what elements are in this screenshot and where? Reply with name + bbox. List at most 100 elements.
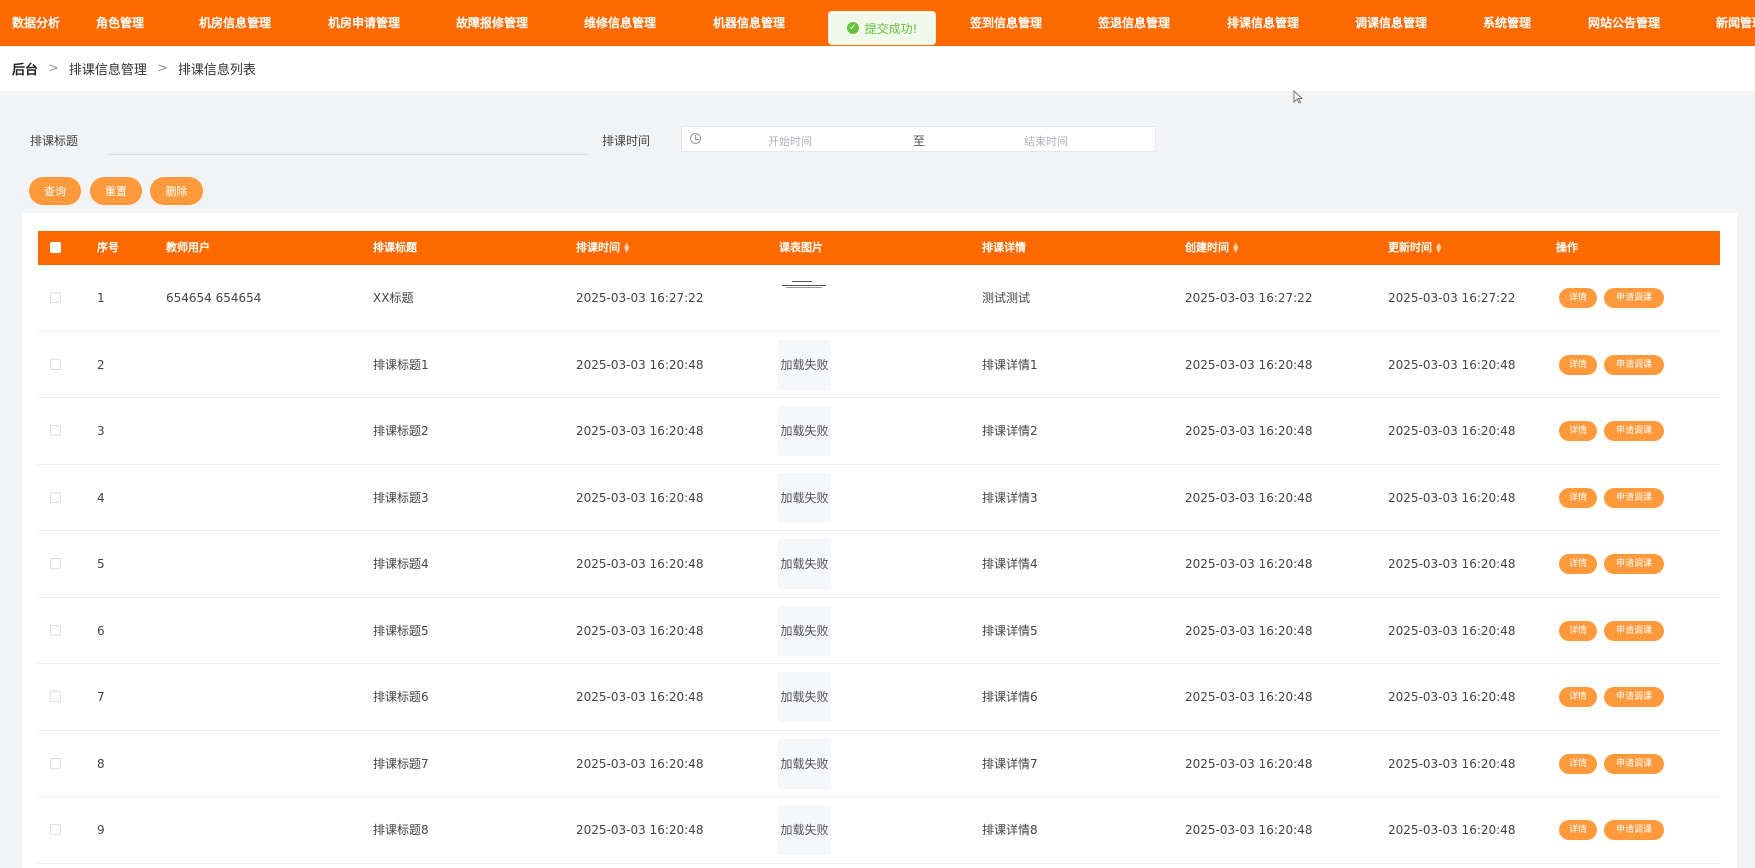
nav-item-lab-info[interactable]: 机房信息管理	[199, 0, 271, 46]
cell-updated: 2025-03-03 16:20:48	[1388, 490, 1516, 505]
image-load-failed: 加载失败	[778, 539, 831, 589]
schedule-image-thumbnail[interactable]	[778, 279, 831, 291]
image-load-failed: 加载失败	[778, 472, 831, 523]
apply-adjust-button[interactable]: 申请调课	[1604, 687, 1664, 707]
row-checkbox[interactable]	[50, 558, 61, 569]
cell-title: 排课标题3	[373, 490, 429, 505]
table-row: 3 排课标题2 2025-03-03 16:20:48 加载失败 排课详情2 2…	[38, 398, 1720, 465]
image-load-failed: 加载失败	[778, 339, 831, 390]
apply-adjust-button[interactable]: 申请调课	[1604, 620, 1664, 641]
table-row: 5 排课标题4 2025-03-03 16:20:48 加载失败 排课详情4 2…	[38, 531, 1720, 598]
nav-item-roles[interactable]: 角色管理	[96, 0, 144, 46]
range-separator: 至	[913, 134, 926, 148]
table-row: 1 654654 654654 XX标题 2025-03-03 16:27:22…	[38, 265, 1720, 332]
cell-updated: 2025-03-03 16:20:48	[1388, 823, 1516, 837]
detail-button[interactable]: 详情	[1559, 554, 1597, 574]
cell-updated: 2025-03-03 16:27:22	[1388, 291, 1516, 305]
cell-time: 2025-03-03 16:20:48	[576, 490, 704, 505]
date-range-picker[interactable]: 开始时间 至 结束时间	[681, 126, 1156, 152]
nav-item-announcements[interactable]: 网站公告管理	[1588, 0, 1660, 46]
row-checkbox[interactable]	[50, 292, 61, 303]
nav-item-fault-report[interactable]: 故障报修管理	[456, 0, 528, 46]
nav-item-sign-in[interactable]: 签到信息管理	[970, 0, 1042, 46]
cell-index: 2	[97, 357, 105, 372]
nav-item-machine-info[interactable]: 机器信息管理	[713, 0, 785, 46]
title-filter-input[interactable]	[107, 125, 589, 155]
header-time-label: 排课时间	[576, 241, 620, 254]
header-time[interactable]: 排课时间 ▲ ▼	[576, 231, 629, 265]
select-all-checkbox[interactable]	[50, 242, 61, 253]
row-checkbox[interactable]	[50, 425, 61, 436]
nav-item-course-adjust[interactable]: 调课信息管理	[1355, 0, 1427, 46]
detail-button[interactable]: 详情	[1559, 620, 1597, 641]
cell-created: 2025-03-03 16:20:48	[1185, 823, 1313, 837]
end-date-input[interactable]: 结束时间	[1024, 133, 1068, 149]
cell-title: 排课标题8	[373, 823, 429, 837]
start-date-input[interactable]: 开始时间	[768, 133, 812, 149]
sort-icon[interactable]: ▲ ▼	[624, 242, 629, 254]
cell-title: 排课标题5	[373, 623, 429, 638]
nav-item-repair-info[interactable]: 维修信息管理	[584, 0, 656, 46]
cell-index: 3	[97, 424, 105, 438]
cell-time: 2025-03-03 16:20:48	[576, 424, 704, 438]
apply-adjust-button[interactable]: 申请调课	[1604, 487, 1664, 508]
cell-updated: 2025-03-03 16:20:48	[1388, 623, 1516, 638]
detail-button[interactable]: 详情	[1559, 687, 1597, 707]
header-created[interactable]: 创建时间 ▲ ▼	[1185, 231, 1238, 265]
cell-updated: 2025-03-03 16:20:48	[1388, 690, 1516, 704]
apply-adjust-button[interactable]: 申请调课	[1604, 288, 1664, 308]
cell-time: 2025-03-03 16:20:48	[576, 623, 704, 638]
detail-button[interactable]: 详情	[1559, 288, 1597, 308]
breadcrumb-section[interactable]: 排课信息管理	[69, 59, 147, 78]
table-row: 2 排课标题1 2025-03-03 16:20:48 加载失败 排课详情1 2…	[38, 332, 1720, 398]
check-circle-icon: ✓	[846, 22, 859, 34]
nav-item-data-analysis[interactable]: 数据分析	[12, 0, 60, 46]
row-checkbox[interactable]	[50, 691, 61, 702]
nav-item-system[interactable]: 系统管理	[1483, 0, 1531, 46]
row-checkbox[interactable]	[50, 624, 61, 636]
apply-adjust-button[interactable]: 申请调课	[1604, 820, 1664, 840]
sort-icon[interactable]: ▲ ▼	[1436, 242, 1441, 254]
detail-button[interactable]: 详情	[1559, 354, 1597, 375]
apply-adjust-button[interactable]: 申请调课	[1604, 753, 1664, 774]
cell-detail: 排课详情3	[982, 490, 1038, 505]
cell-created: 2025-03-03 16:20:48	[1185, 623, 1313, 638]
cell-detail: 排课详情4	[982, 557, 1038, 571]
breadcrumb-home[interactable]: 后台	[12, 59, 38, 78]
detail-button[interactable]: 详情	[1559, 487, 1597, 508]
cell-detail: 排课详情1	[982, 357, 1038, 372]
cell-index: 5	[97, 557, 105, 571]
nav-item-news[interactable]: 新闻管理	[1716, 0, 1755, 46]
row-checkbox[interactable]	[50, 491, 61, 503]
header-updated[interactable]: 更新时间 ▲ ▼	[1388, 231, 1441, 265]
image-load-failed: 加载失败	[778, 805, 831, 855]
header-created-label: 创建时间	[1185, 241, 1229, 254]
cell-index: 4	[97, 490, 105, 505]
cell-updated: 2025-03-03 16:20:48	[1388, 756, 1516, 771]
query-button[interactable]: 查询	[29, 177, 81, 205]
detail-button[interactable]: 详情	[1559, 820, 1597, 840]
delete-button[interactable]: 删除	[150, 177, 203, 205]
header-index: 序号	[97, 241, 119, 254]
cell-created: 2025-03-03 16:20:48	[1185, 357, 1313, 372]
cell-title: 排课标题7	[373, 756, 429, 771]
nav-item-schedule[interactable]: 排课信息管理	[1227, 0, 1299, 46]
header-actions: 操作	[1556, 241, 1578, 254]
apply-adjust-button[interactable]: 申请调课	[1604, 554, 1664, 574]
cell-title: XX标题	[373, 291, 414, 305]
table-row: 7 排课标题6 2025-03-03 16:20:48 加载失败 排课详情6 2…	[38, 664, 1720, 731]
apply-adjust-button[interactable]: 申请调课	[1604, 354, 1664, 375]
nav-item-sign-out[interactable]: 签退信息管理	[1098, 0, 1170, 46]
nav-item-lab-apply[interactable]: 机房申请管理	[328, 0, 400, 46]
detail-button[interactable]: 详情	[1559, 421, 1597, 441]
row-checkbox[interactable]	[50, 358, 61, 370]
row-checkbox[interactable]	[50, 757, 61, 769]
reset-button[interactable]: 重置	[90, 177, 142, 205]
detail-button[interactable]: 详情	[1559, 753, 1597, 774]
row-checkbox[interactable]	[50, 824, 61, 835]
cell-detail: 排课详情8	[982, 823, 1038, 837]
cell-created: 2025-03-03 16:27:22	[1185, 291, 1313, 305]
apply-adjust-button[interactable]: 申请调课	[1604, 421, 1664, 441]
cell-created: 2025-03-03 16:20:48	[1185, 490, 1313, 505]
sort-icon[interactable]: ▲ ▼	[1233, 242, 1238, 254]
